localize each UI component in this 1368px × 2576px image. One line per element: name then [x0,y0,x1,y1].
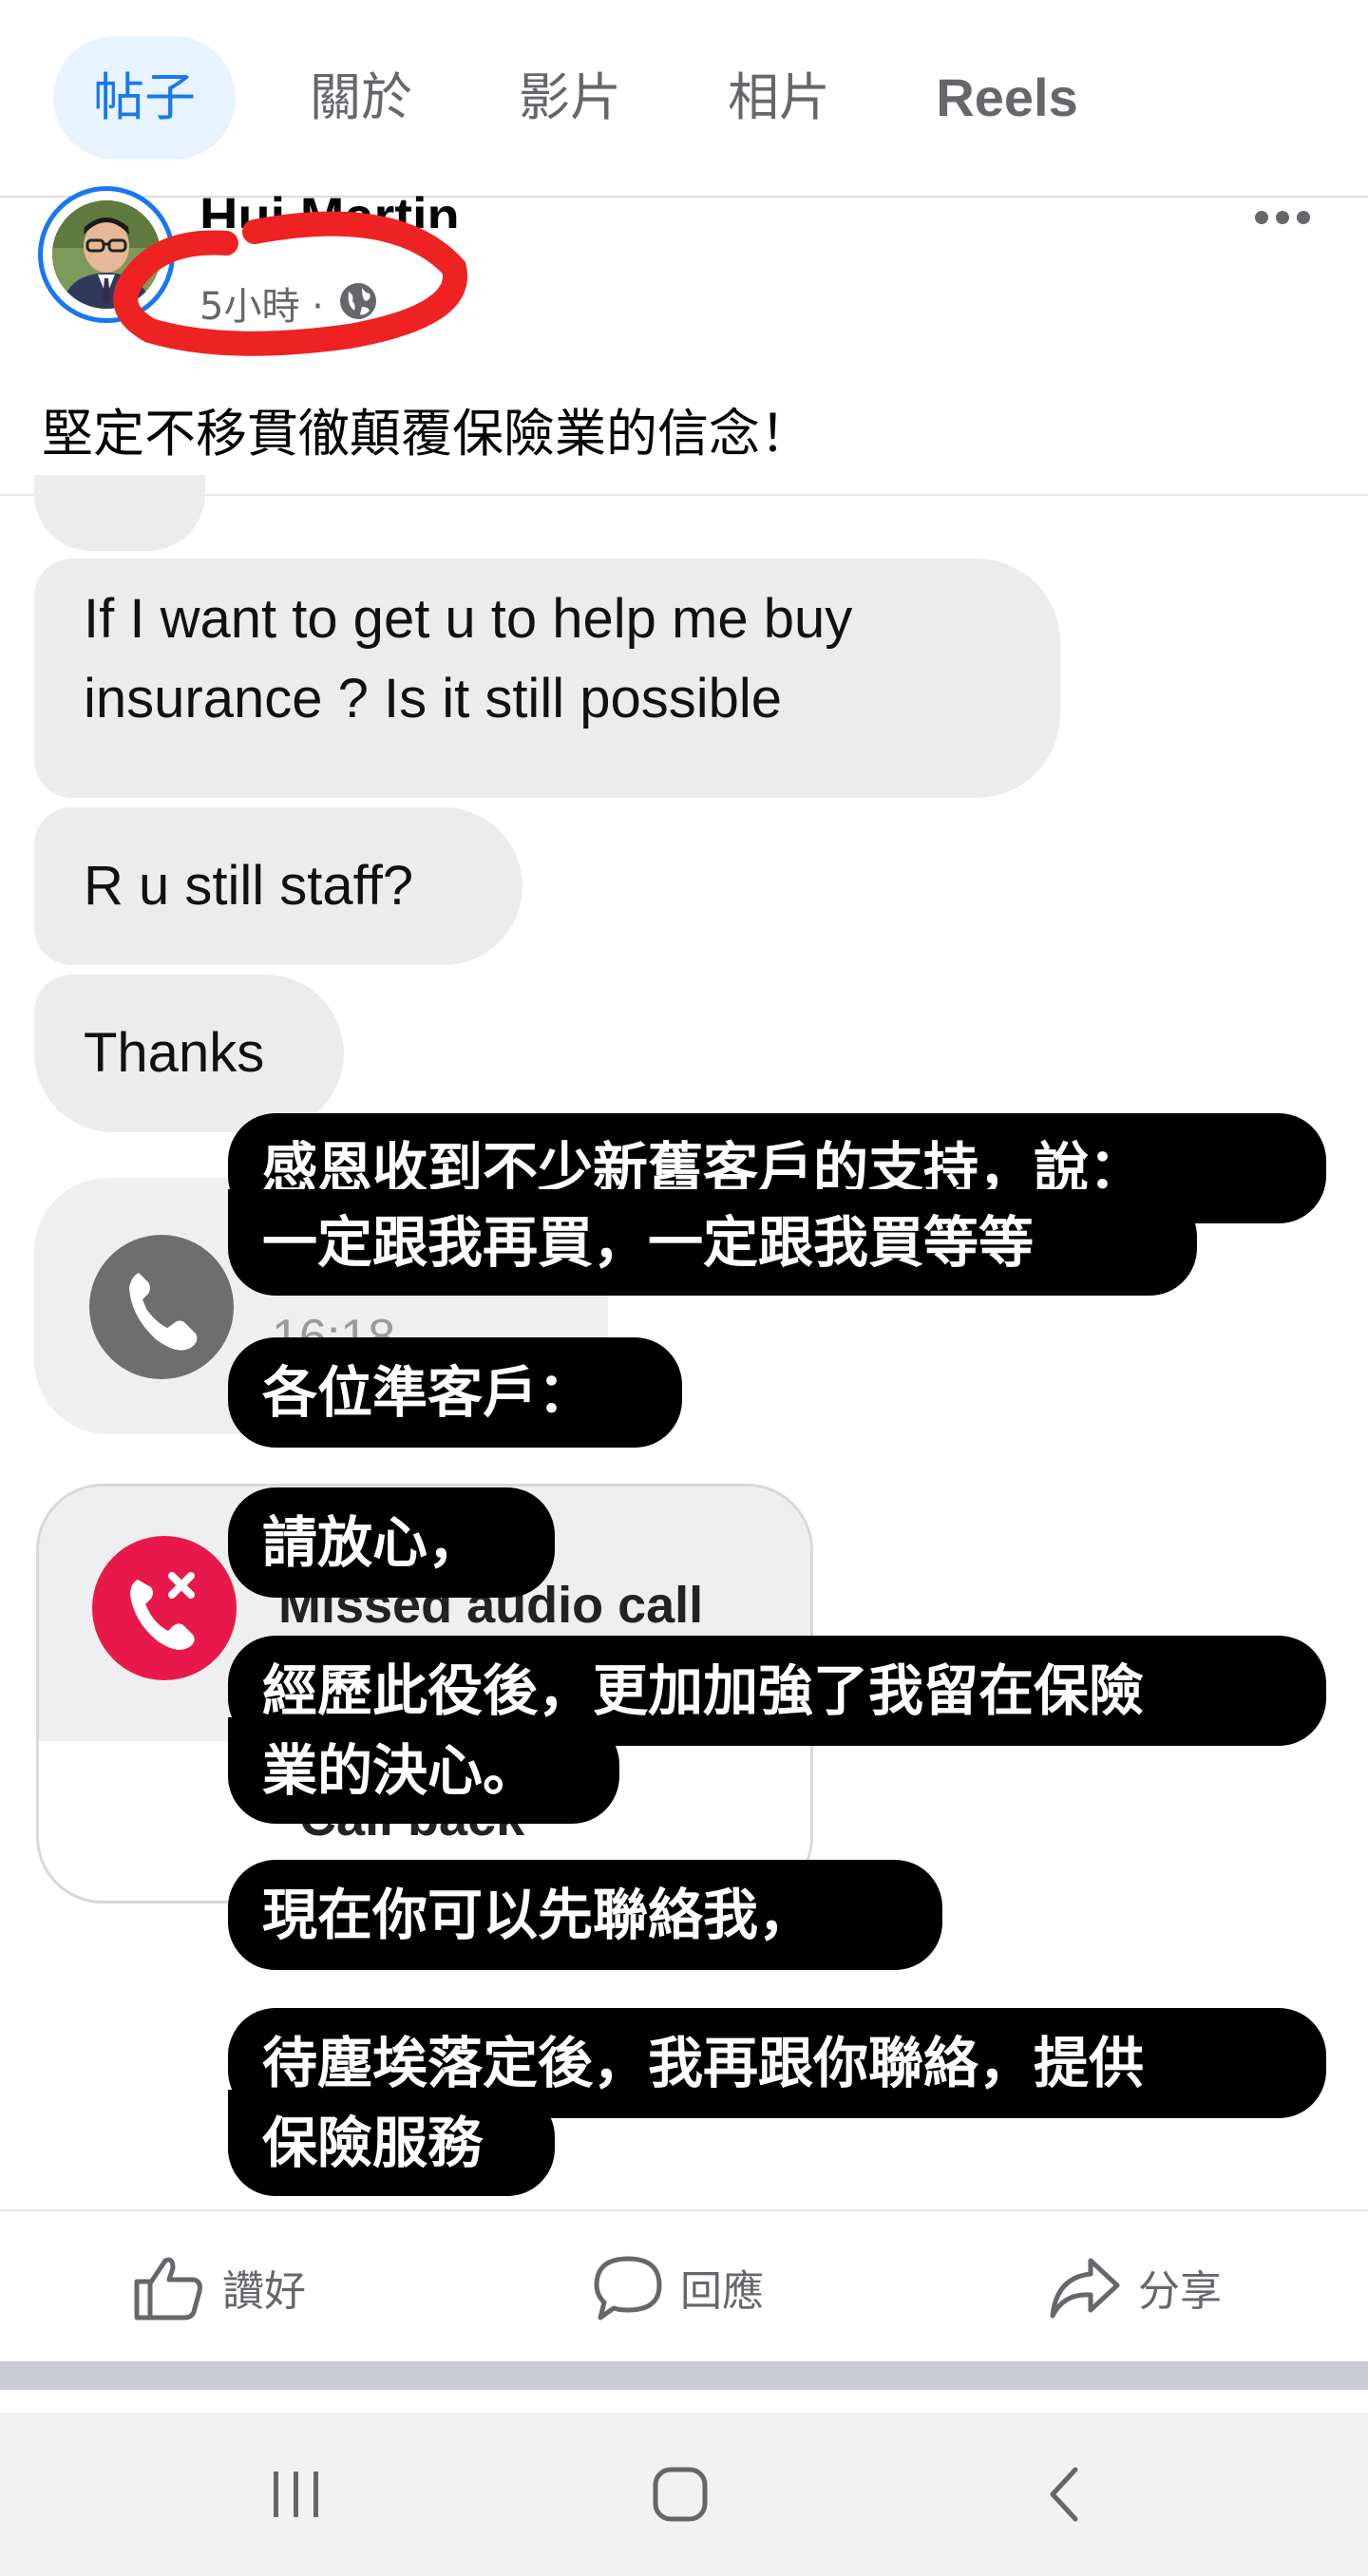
chat-message-bubble: Thanks [34,975,344,1132]
caption-line: 業的決心。 [228,1717,619,1824]
share-label: 分享 [1138,2267,1222,2316]
tab-photos[interactable]: 相片 [703,36,855,160]
home-icon[interactable] [585,2413,775,2576]
cropped-chat-bubble [34,475,205,551]
thumbs-up-icon [134,2257,202,2320]
like-label: 讚好 [222,2267,306,2316]
chat-message-text: Thanks [84,1022,265,1084]
feed-separator [0,2361,1368,2390]
caption-line: 一定跟我再買，一定跟我買等等 [228,1189,1197,1296]
comment-label: 回應 [680,2267,764,2316]
profile-tab-bar: 帖子 關於 影片 相片 Reels [0,0,1368,198]
like-button[interactable]: 讚好 [133,2211,306,2363]
post-action-bar: 讚好 回應 分享 [0,2209,1368,2363]
chat-message-bubble: If I want to get u to help me buy insura… [34,559,1060,798]
caption-line: 各位準客戶： [228,1337,682,1448]
post-more-options-icon[interactable] [1254,179,1311,240]
back-icon[interactable] [969,2413,1159,2576]
comment-button[interactable]: 回應 [593,2211,764,2363]
chat-message-bubble: R u still staff? [34,807,522,965]
caption-line: 請放心， [228,1487,555,1598]
tab-reels[interactable]: Reels [922,36,1092,160]
share-button[interactable]: 分享 [1049,2211,1222,2363]
post-divider [0,494,1368,496]
tab-about[interactable]: 關於 [285,36,437,160]
phone-icon [89,1235,234,1379]
recent-apps-icon[interactable] [201,2413,391,2576]
missed-call-icon [92,1536,237,1680]
tab-videos[interactable]: 影片 [494,36,646,160]
caption-line: 保險服務 [228,2090,555,2196]
caption-line: 現在你可以先聯絡我， [228,1860,942,1970]
red-annotation-circle-icon [113,211,468,356]
tab-posts[interactable]: 帖子 [53,36,236,160]
chat-message-text: R u still staff? [84,855,414,917]
chat-message-text: If I want to get u to help me buy insura… [84,588,853,729]
share-arrow-icon [1050,2258,1120,2319]
comment-icon [594,2256,662,2320]
post-text: 堅定不移貫徹顛覆保險業的信念！ [42,404,811,464]
system-navigation-bar [0,2413,1368,2576]
